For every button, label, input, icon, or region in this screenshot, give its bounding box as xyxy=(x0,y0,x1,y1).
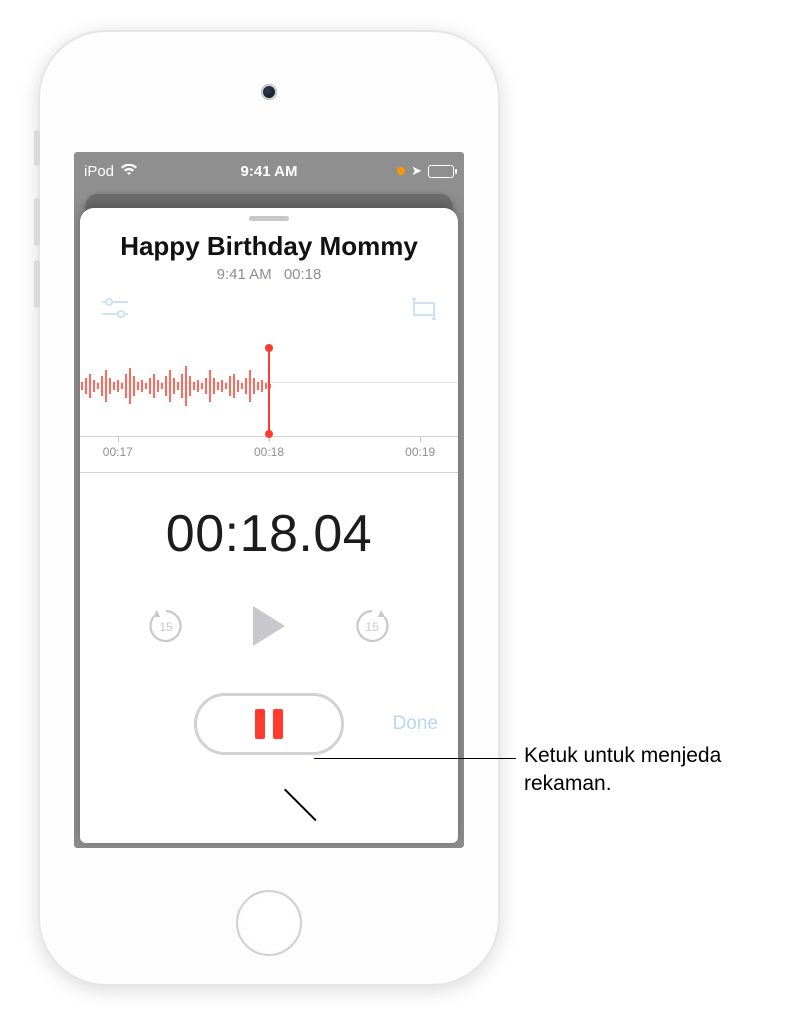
volume-down-button[interactable] xyxy=(34,260,40,308)
sheet-grabber[interactable] xyxy=(249,216,289,221)
options-icon[interactable] xyxy=(100,297,130,326)
home-button[interactable] xyxy=(236,890,302,956)
ruler-tick-0: 00:17 xyxy=(103,445,133,459)
battery-icon xyxy=(428,165,454,178)
pause-icon xyxy=(255,709,283,739)
recording-meta-duration: 00:18 xyxy=(284,266,322,283)
wifi-icon xyxy=(120,163,138,180)
recording-sheet: Happy Birthday Mommy 9:41 AM 00:18 xyxy=(80,208,458,843)
callout-leader-line xyxy=(314,758,516,759)
pause-button[interactable] xyxy=(194,693,344,755)
callout-text: Ketuk untuk menjeda rekaman. xyxy=(524,742,721,799)
status-time: 9:41 AM xyxy=(241,163,298,180)
trim-icon[interactable] xyxy=(410,297,438,326)
status-bar: iPod 9:41 AM ➤ xyxy=(74,152,464,190)
waveform-icon xyxy=(80,356,275,416)
callout-line-2: rekaman. xyxy=(524,770,721,798)
callout-line-1: Ketuk untuk menjeda xyxy=(524,742,721,770)
svg-text:15: 15 xyxy=(159,620,173,634)
svg-text:15: 15 xyxy=(365,620,379,634)
waveform-area[interactable]: 00:17 00:18 00:19 xyxy=(80,340,458,480)
done-button[interactable]: Done xyxy=(344,713,438,735)
location-icon: ➤ xyxy=(411,163,422,179)
ipod-device-frame: iPod 9:41 AM ➤ Happy Birthday Mommy xyxy=(38,30,500,986)
recording-meta-time: 9:41 AM xyxy=(217,266,272,283)
screen-content: iPod 9:41 AM ➤ Happy Birthday Mommy xyxy=(74,152,464,848)
recording-indicator-dot-icon xyxy=(397,167,405,175)
sleep-wake-button[interactable] xyxy=(34,130,40,166)
ruler-tick-1: 00:18 xyxy=(254,445,284,459)
ruler-tick-2: 00:19 xyxy=(405,445,435,459)
volume-up-button[interactable] xyxy=(34,198,40,246)
playhead-indicator[interactable] xyxy=(268,348,270,434)
skip-back-15-icon[interactable]: 15 xyxy=(145,605,187,652)
screen: iPod 9:41 AM ➤ Happy Birthday Mommy xyxy=(74,152,464,848)
recording-meta: 9:41 AM 00:18 xyxy=(80,266,458,283)
carrier-label: iPod xyxy=(84,163,114,180)
play-icon[interactable] xyxy=(249,604,289,653)
recording-title[interactable]: Happy Birthday Mommy xyxy=(80,231,458,262)
elapsed-time: 00:18.04 xyxy=(80,504,458,564)
front-camera xyxy=(261,84,277,100)
skip-forward-15-icon[interactable]: 15 xyxy=(351,605,393,652)
